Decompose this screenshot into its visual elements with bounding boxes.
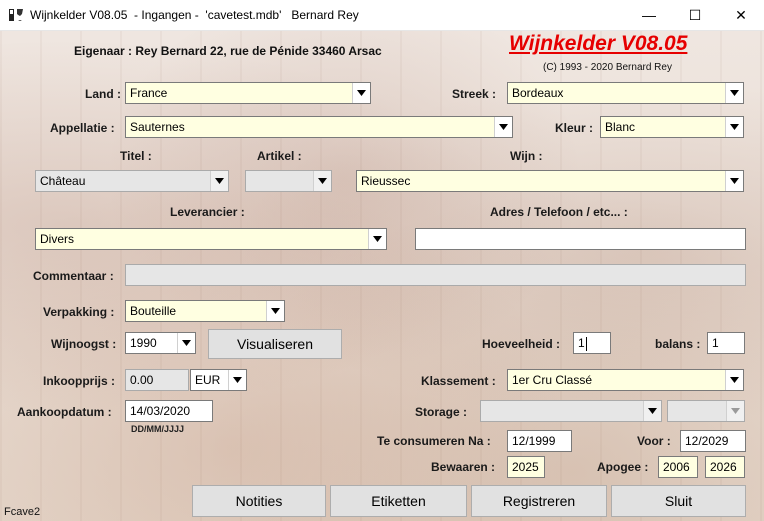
bewaaren-label: Bewaaren :: [431, 460, 496, 474]
storage-combo[interactable]: [480, 400, 662, 422]
maximize-icon: ☐: [688, 6, 702, 23]
kleur-label: Kleur :: [555, 121, 594, 135]
registreren-button[interactable]: Registreren: [471, 485, 607, 517]
kleur-value: Blanc: [605, 120, 636, 134]
apogee-from-input[interactable]: 2006: [658, 456, 698, 478]
hoeveelheid-label: Hoeveelheid :: [482, 337, 561, 351]
titel-label: Titel :: [120, 149, 152, 163]
inkoopprijs-label: Inkoopprijs :: [43, 374, 115, 388]
close-icon: ✕: [735, 6, 747, 23]
chevron-down-icon[interactable]: [352, 83, 370, 103]
notities-label: Notities: [235, 493, 283, 509]
etiketten-label: Etiketten: [371, 493, 426, 509]
owner-info: Eigenaar : Rey Bernard 22, rue de Pénide…: [74, 44, 382, 58]
land-combo[interactable]: France: [125, 82, 371, 104]
maximize-button[interactable]: ☐: [672, 0, 718, 30]
chevron-down-icon[interactable]: [726, 401, 744, 421]
visualiseren-button[interactable]: Visualiseren: [208, 329, 342, 359]
voor-input[interactable]: 12/2029: [680, 430, 746, 452]
minimize-icon: —: [642, 7, 656, 23]
chevron-down-icon[interactable]: [725, 117, 743, 137]
kleur-combo[interactable]: Blanc: [600, 116, 744, 138]
verpakking-combo[interactable]: Bouteille: [125, 300, 285, 322]
chevron-down-icon[interactable]: [266, 301, 284, 321]
sluit-button[interactable]: Sluit: [611, 485, 746, 517]
date-format-hint: DD/MM/JJJJ: [131, 424, 185, 434]
apogee-to-input[interactable]: 2026: [705, 456, 745, 478]
hoeveelheid-input[interactable]: 1: [573, 332, 611, 354]
title-bar[interactable]: Wijnkelder V08.05 - Ingangen - 'cavetest…: [0, 0, 764, 31]
application-window: Wijnkelder V08.05 - Ingangen - 'cavetest…: [0, 0, 764, 521]
adres-input[interactable]: [415, 228, 746, 250]
balans-label: balans :: [655, 337, 701, 351]
inkoopprijs-input[interactable]: 0.00: [125, 369, 189, 391]
klassement-combo[interactable]: 1er Cru Classé: [507, 369, 744, 391]
chevron-down-icon[interactable]: [210, 171, 228, 191]
verpakking-label: Verpakking :: [43, 305, 115, 319]
visualiseren-label: Visualiseren: [236, 336, 313, 352]
bewaaren-input[interactable]: 2025: [507, 456, 545, 478]
chevron-down-icon[interactable]: [725, 171, 743, 191]
chevron-down-icon[interactable]: [643, 401, 661, 421]
etiketten-button[interactable]: Etiketten: [330, 485, 467, 517]
artikel-combo[interactable]: [245, 170, 332, 192]
land-label: Land :: [85, 87, 121, 101]
close-button[interactable]: ✕: [718, 0, 764, 30]
currency-combo[interactable]: EUR: [190, 369, 247, 391]
copyright-text: (C) 1993 - 2020 Bernard Rey: [543, 62, 672, 73]
appellatie-value: Sauternes: [130, 120, 185, 134]
land-value: France: [130, 86, 168, 100]
chevron-down-icon[interactable]: [725, 83, 743, 103]
klassement-label: Klassement :: [421, 374, 496, 388]
wijnoogst-label: Wijnoogst :: [51, 337, 117, 351]
wijn-value: Rieussec: [361, 174, 411, 188]
te-consumeren-input[interactable]: 12/1999: [507, 430, 572, 452]
notities-button[interactable]: Notities: [192, 485, 326, 517]
registreren-label: Registreren: [502, 493, 576, 509]
titel-value: Château: [40, 174, 86, 188]
artikel-label: Artikel :: [257, 149, 302, 163]
klassement-value: 1er Cru Classé: [512, 373, 593, 387]
brand-title: Wijnkelder V08.05: [509, 32, 688, 55]
hoeveelheid-value: 1: [578, 336, 585, 350]
aankoopdatum-input[interactable]: 14/03/2020: [125, 400, 213, 422]
streek-combo[interactable]: Bordeaux: [507, 82, 744, 104]
te-consumeren-label: Te consumeren Na :: [377, 434, 491, 448]
chevron-down-icon[interactable]: [228, 370, 246, 390]
wijn-label: Wijn :: [510, 149, 543, 163]
leverancier-combo[interactable]: Divers: [35, 228, 387, 250]
commentaar-input[interactable]: [125, 264, 746, 286]
window-title: Wijnkelder V08.05 - Ingangen - 'cavetest…: [30, 8, 359, 22]
appellatie-label: Appellatie :: [50, 121, 115, 135]
commentaar-label: Commentaar :: [33, 269, 114, 283]
voor-label: Voor :: [637, 434, 671, 448]
storage-sub-combo[interactable]: [667, 400, 745, 422]
appellatie-combo[interactable]: Sauternes: [125, 116, 513, 138]
aankoopdatum-label: Aankoopdatum :: [17, 405, 112, 419]
minimize-button[interactable]: —: [626, 0, 672, 30]
chevron-down-icon[interactable]: [368, 229, 386, 249]
adres-label: Adres / Telefoon / etc... :: [490, 205, 628, 219]
balans-input[interactable]: 1: [707, 332, 745, 354]
wijnoogst-value: 1990: [130, 336, 157, 350]
storage-label: Storage :: [415, 405, 468, 419]
titel-combo[interactable]: Château: [35, 170, 229, 192]
wijnoogst-combo[interactable]: 1990: [125, 332, 196, 354]
currency-value: EUR: [195, 373, 221, 387]
wijn-combo[interactable]: Rieussec: [356, 170, 744, 192]
chevron-down-icon[interactable]: [725, 370, 743, 390]
verpakking-value: Bouteille: [130, 304, 177, 318]
chevron-down-icon[interactable]: [177, 333, 195, 353]
sluit-label: Sluit: [664, 493, 693, 509]
streek-label: Streek :: [452, 87, 497, 101]
wine-glass-app-icon: [9, 9, 23, 21]
chevron-down-icon[interactable]: [313, 171, 331, 191]
form-name: Fcave2: [4, 506, 41, 518]
text-caret: [585, 336, 587, 351]
leverancier-value: Divers: [40, 232, 75, 246]
apogee-label: Apogee :: [597, 460, 649, 474]
streek-value: Bordeaux: [512, 86, 564, 100]
leverancier-label: Leverancier :: [170, 205, 245, 219]
chevron-down-icon[interactable]: [494, 117, 512, 137]
